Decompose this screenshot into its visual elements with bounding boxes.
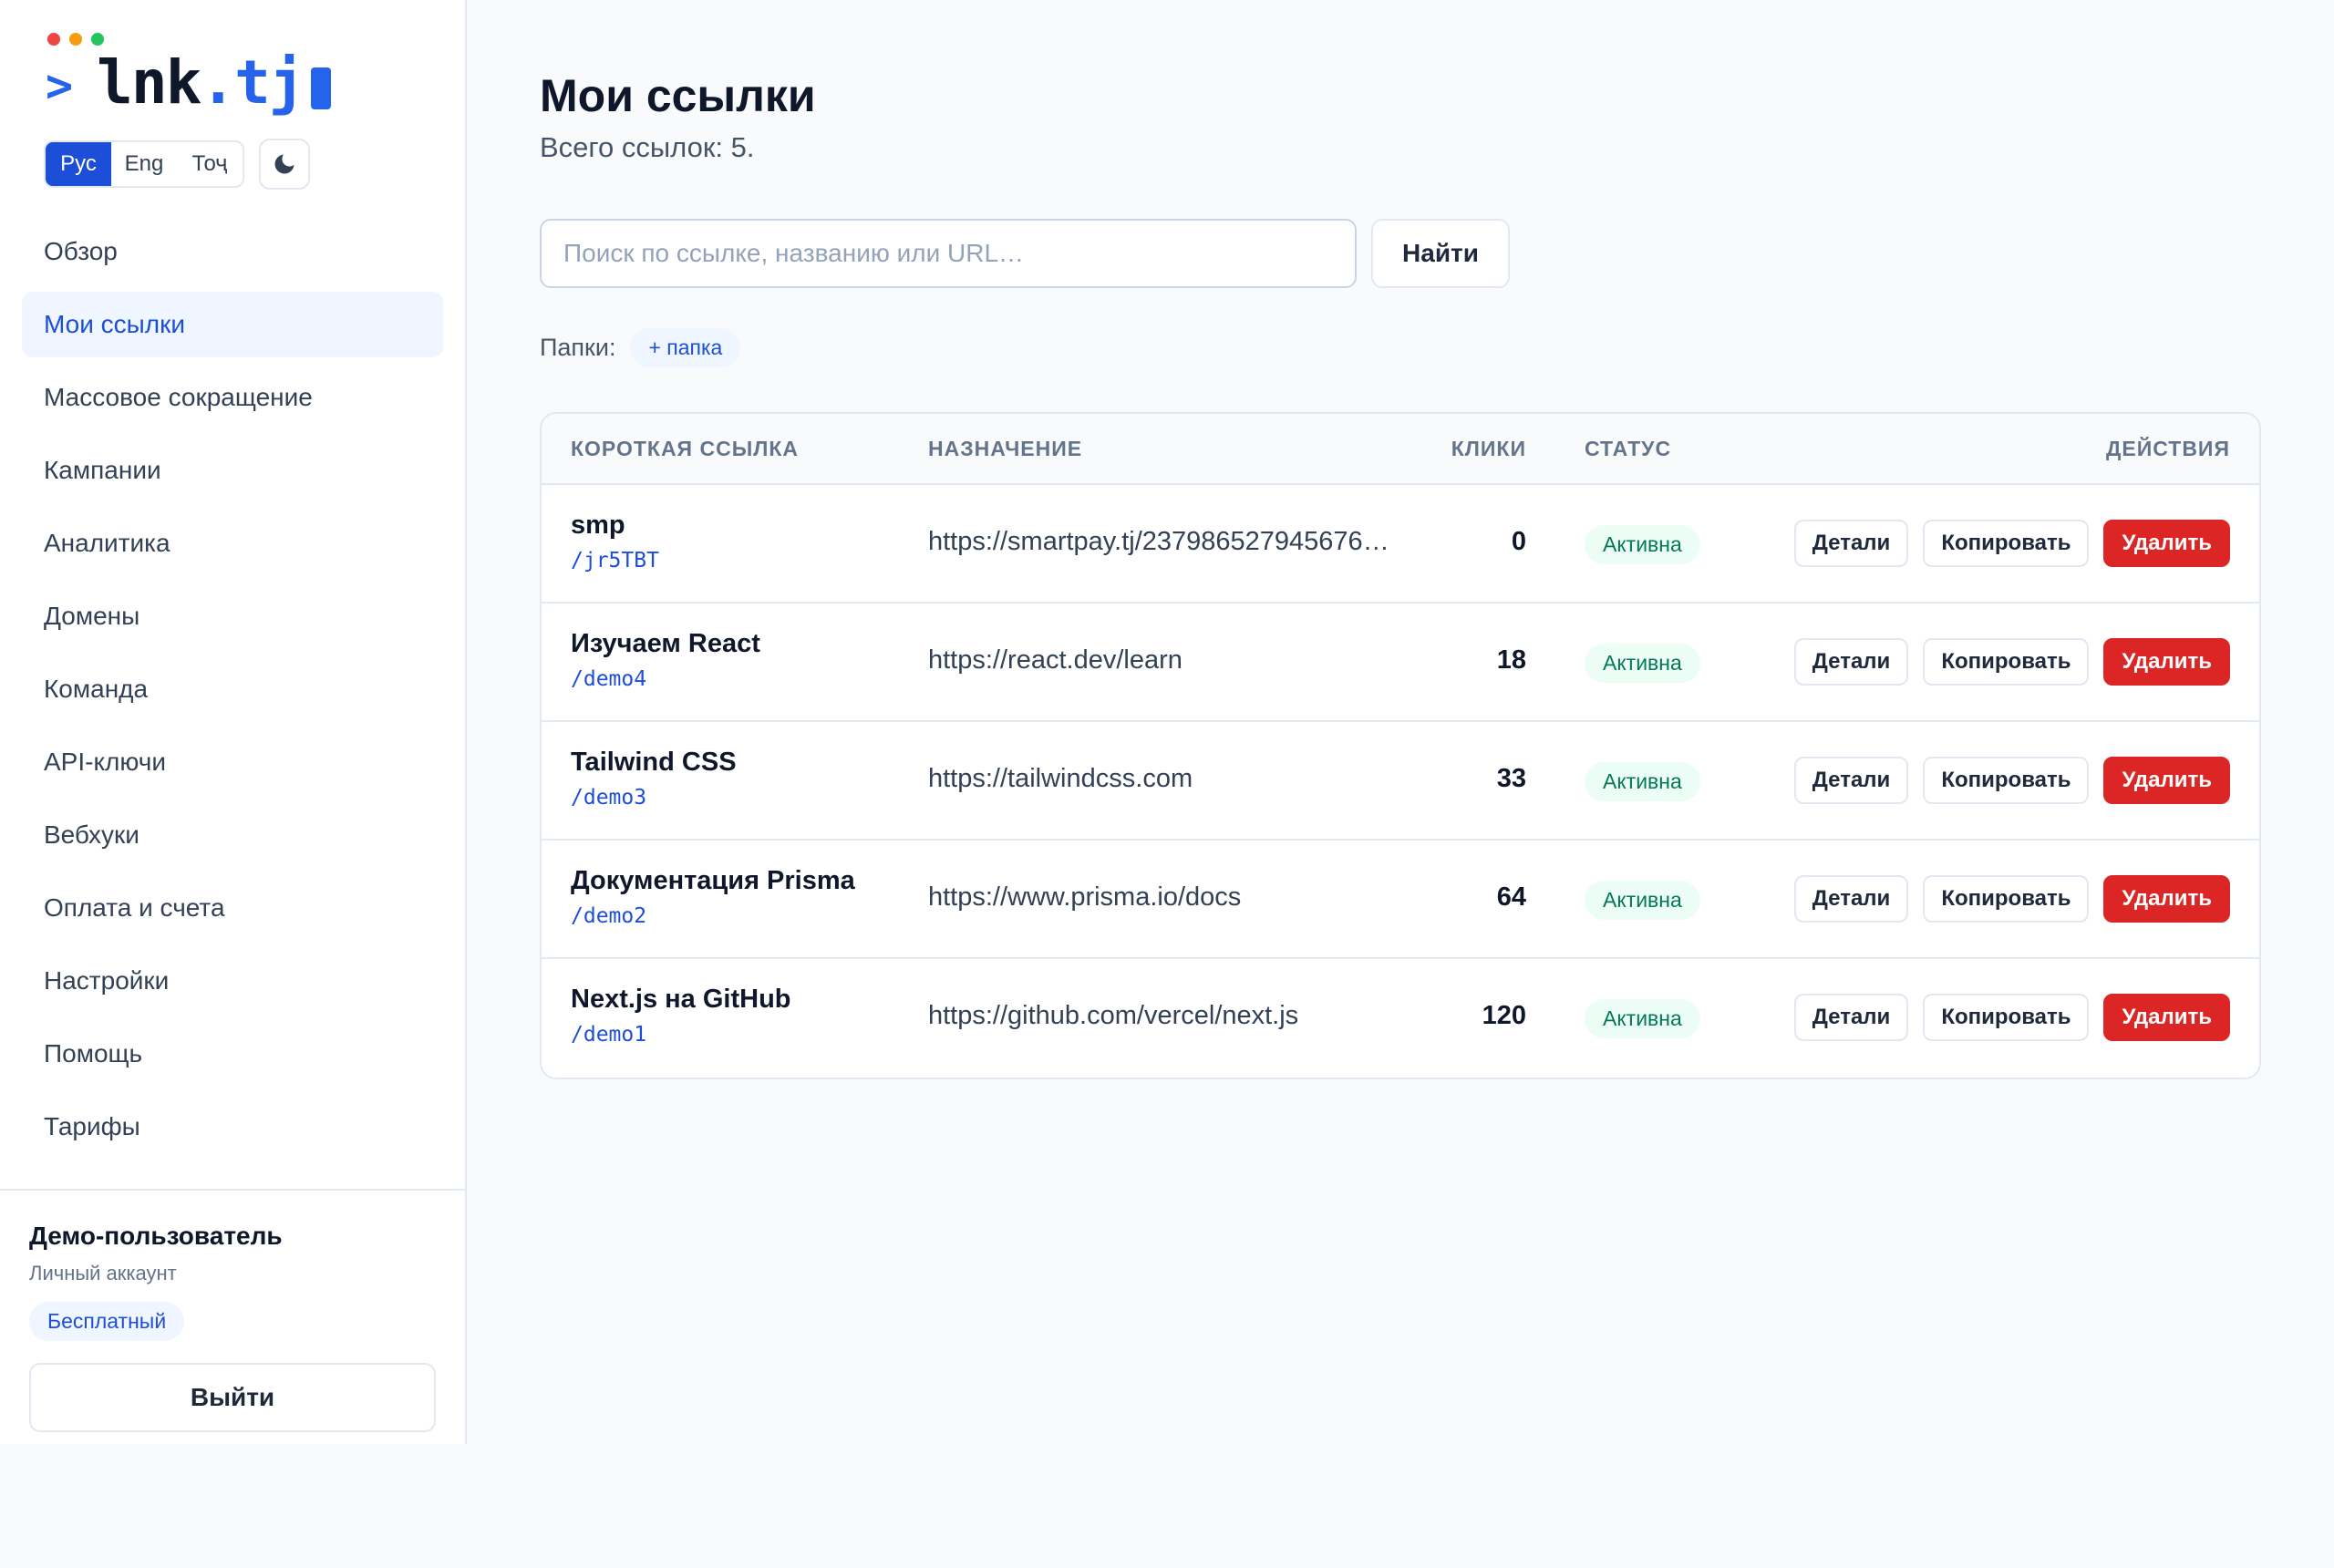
sidebar-item-team[interactable]: Команда — [22, 656, 443, 722]
link-slug[interactable]: /demo4 — [571, 667, 646, 691]
delete-button[interactable]: Удалить — [2103, 520, 2230, 567]
sidebar-item-api-keys[interactable]: API-ключи — [22, 729, 443, 795]
sidebar-nav: Обзор Мои ссылки Массовое сокращение Кам… — [22, 219, 443, 1167]
copy-button[interactable]: Копировать — [1923, 520, 2090, 567]
table-row: smp /jr5TBT https://smartpay.tj/23798652… — [542, 485, 2259, 603]
row-actions: Детали Копировать Удалить — [1793, 875, 2230, 923]
sidebar: > lnk .tj Рус Eng Тоҷ Обзор Мои ссылки М… — [0, 0, 467, 1444]
lang-tg[interactable]: Тоҷ — [177, 142, 243, 186]
link-title: smp — [571, 511, 625, 540]
account-name: Демо-пользователь — [29, 1222, 283, 1250]
account-panel: Демо-пользователь Личный аккаунт Бесплат… — [0, 1189, 465, 1432]
copy-button[interactable]: Копировать — [1923, 994, 2090, 1041]
status-badge: Активна — [1585, 999, 1700, 1038]
link-clicks: 0 — [1511, 527, 1526, 556]
lang-ru[interactable]: Рус — [46, 142, 111, 186]
details-button[interactable]: Детали — [1793, 875, 1909, 923]
window-dot-green — [91, 33, 104, 46]
logo-prompt: > — [46, 58, 73, 112]
folders-label: Папки: — [540, 334, 616, 361]
sidebar-item-webhooks[interactable]: Вебхуки — [22, 802, 443, 868]
theme-toggle-button[interactable] — [259, 139, 310, 190]
moon-icon — [274, 154, 294, 174]
details-button[interactable]: Детали — [1793, 638, 1909, 686]
table-row: Документация Prisma /demo2 https://www.p… — [542, 841, 2259, 959]
sidebar-item-analytics[interactable]: Аналитика — [22, 511, 443, 576]
status-badge: Активна — [1585, 762, 1700, 801]
table-header: КОРОТКАЯ ССЫЛКА НАЗНАЧЕНИЕ КЛИКИ СТАТУС … — [542, 414, 2259, 485]
links-table: КОРОТКАЯ ССЫЛКА НАЗНАЧЕНИЕ КЛИКИ СТАТУС … — [540, 412, 2261, 1079]
sidebar-item-my-links[interactable]: Мои ссылки — [22, 292, 443, 357]
delete-button[interactable]: Удалить — [2103, 875, 2230, 923]
header-clicks: КЛИКИ — [1451, 436, 1526, 460]
link-slug[interactable]: /demo3 — [571, 786, 646, 810]
search-button[interactable]: Найти — [1371, 219, 1510, 288]
sidebar-item-settings[interactable]: Настройки — [22, 948, 443, 1014]
link-destination[interactable]: https://github.com/vercel/next.js — [928, 1001, 1298, 1031]
details-button[interactable]: Детали — [1793, 994, 1909, 1041]
row-actions: Детали Копировать Удалить — [1793, 757, 2230, 804]
link-slug[interactable]: /demo2 — [571, 904, 646, 928]
link-clicks: 33 — [1496, 764, 1526, 793]
link-destination[interactable]: https://www.prisma.io/docs — [928, 882, 1241, 913]
account-type: Личный аккаунт — [29, 1262, 177, 1284]
row-actions: Детали Копировать Удалить — [1793, 638, 2230, 686]
status-badge: Активна — [1585, 525, 1700, 564]
table-row: Tailwind CSS /demo3 https://tailwindcss.… — [542, 722, 2259, 841]
sidebar-item-bulk-shorten[interactable]: Массовое сокращение — [22, 365, 443, 430]
delete-button[interactable]: Удалить — [2103, 994, 2230, 1041]
folders-bar: Папки: + папка — [540, 328, 741, 367]
row-actions: Детали Копировать Удалить — [1793, 994, 2230, 1041]
delete-button[interactable]: Удалить — [2103, 638, 2230, 686]
link-destination[interactable]: https://react.dev/learn — [928, 645, 1182, 676]
table-row: Next.js на GitHub /demo1 https://github.… — [542, 959, 2259, 1078]
lang-en[interactable]: Eng — [111, 142, 177, 186]
header-status: СТАТУС — [1585, 436, 1672, 460]
add-folder-button[interactable]: + папка — [630, 328, 741, 367]
link-slug[interactable]: /jr5TBT — [571, 549, 659, 573]
header-short-link: КОРОТКАЯ ССЫЛКА — [571, 436, 799, 460]
details-button[interactable]: Детали — [1793, 757, 1909, 804]
logo-tld: .tj — [200, 47, 305, 118]
details-button[interactable]: Детали — [1793, 520, 1909, 567]
sidebar-item-overview[interactable]: Обзор — [22, 219, 443, 284]
sidebar-item-campaigns[interactable]: Кампании — [22, 438, 443, 503]
link-title: Изучаем React — [571, 629, 760, 658]
logo-cursor-icon — [310, 67, 331, 109]
sidebar-item-help[interactable]: Помощь — [22, 1021, 443, 1087]
link-destination[interactable]: https://tailwindcss.com — [928, 764, 1193, 794]
header-actions: ДЕЙСТВИЯ — [2105, 436, 2230, 460]
link-title: Документация Prisma — [571, 866, 855, 895]
page-title: Мои ссылки — [540, 70, 816, 121]
copy-button[interactable]: Копировать — [1923, 875, 2090, 923]
logo-name: lnk — [97, 47, 201, 118]
logo[interactable]: > lnk .tj — [46, 47, 331, 118]
sidebar-item-pricing[interactable]: Тарифы — [22, 1094, 443, 1160]
language-switcher: Рус Eng Тоҷ — [44, 140, 244, 188]
search-input[interactable] — [540, 219, 1357, 288]
link-clicks: 64 — [1496, 882, 1526, 912]
header-destination: НАЗНАЧЕНИЕ — [928, 436, 1083, 460]
status-badge: Активна — [1585, 644, 1700, 683]
link-clicks: 120 — [1482, 1001, 1526, 1030]
link-destination[interactable]: https://smartpay.tj/237986527945676… — [928, 527, 1389, 557]
sidebar-item-billing[interactable]: Оплата и счета — [22, 875, 443, 941]
sidebar-item-domains[interactable]: Домены — [22, 583, 443, 649]
link-title: Next.js на GitHub — [571, 985, 791, 1014]
table-row: Изучаем React /demo4 https://react.dev/l… — [542, 603, 2259, 722]
copy-button[interactable]: Копировать — [1923, 757, 2090, 804]
status-badge: Активна — [1585, 881, 1700, 920]
delete-button[interactable]: Удалить — [2103, 757, 2230, 804]
window-dots — [47, 33, 104, 46]
window-dot-red — [47, 33, 60, 46]
page-subtitle: Всего ссылок: 5. — [540, 131, 755, 163]
row-actions: Детали Копировать Удалить — [1793, 520, 2230, 567]
copy-button[interactable]: Копировать — [1923, 638, 2090, 686]
link-clicks: 18 — [1496, 645, 1526, 675]
link-slug[interactable]: /demo1 — [571, 1023, 646, 1047]
link-title: Tailwind CSS — [571, 748, 737, 777]
window-dot-yellow — [69, 33, 82, 46]
plan-badge: Бесплатный — [29, 1302, 185, 1341]
logout-button[interactable]: Выйти — [29, 1363, 436, 1432]
